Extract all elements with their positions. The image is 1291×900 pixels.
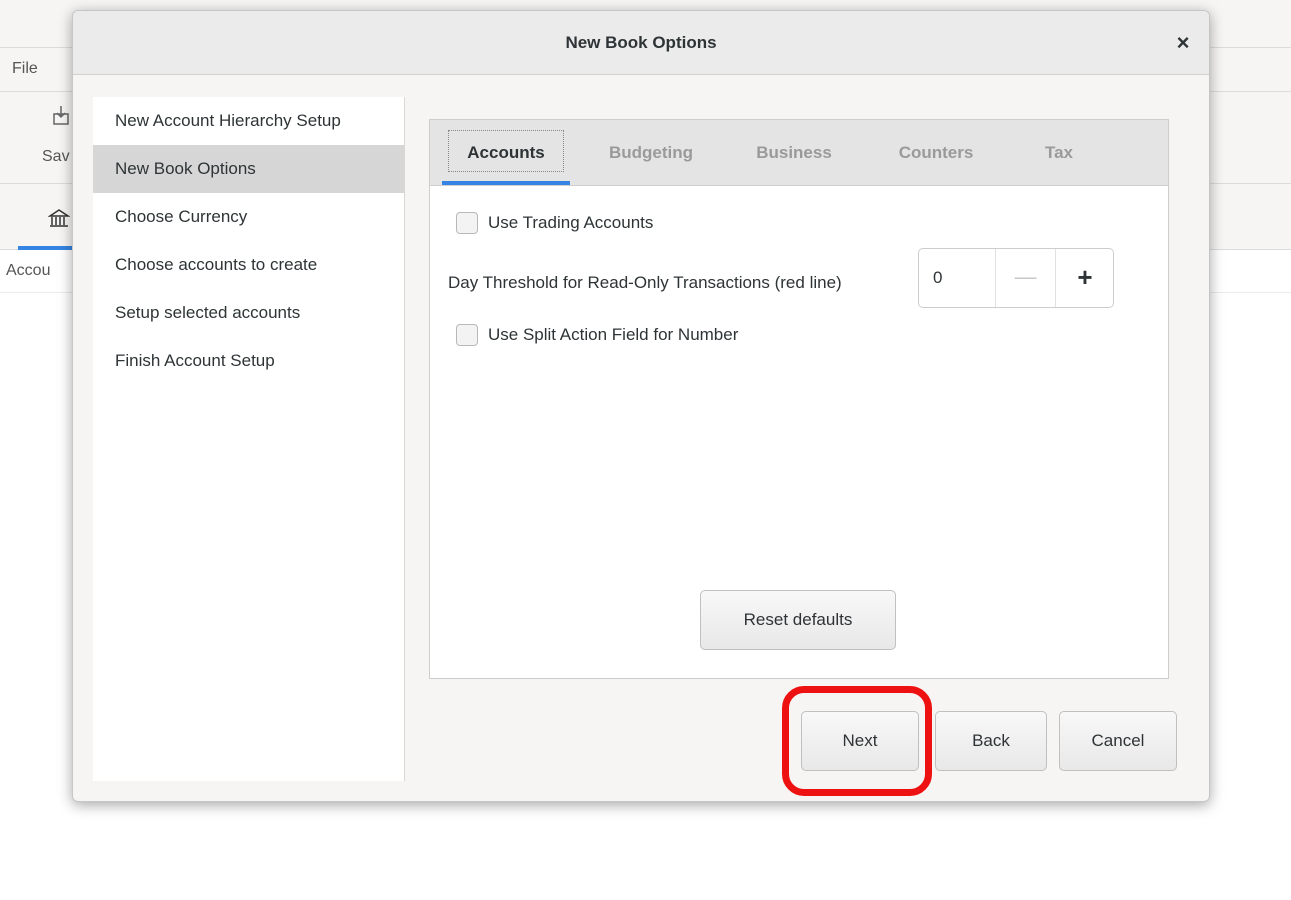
back-button[interactable]: Back <box>935 711 1047 771</box>
tab-tax[interactable]: Tax <box>1016 130 1102 176</box>
use-trading-accounts-label[interactable]: Use Trading Accounts <box>488 213 653 233</box>
options-tabbar: Accounts Budgeting Business Counters Tax <box>430 120 1168 186</box>
use-split-action-label[interactable]: Use Split Action Field for Number <box>488 325 738 345</box>
menu-file[interactable]: File <box>12 60 38 78</box>
next-button[interactable]: Next <box>801 711 919 771</box>
tab-counters[interactable]: Counters <box>876 130 996 176</box>
reset-defaults-button[interactable]: Reset defaults <box>700 590 896 650</box>
use-trading-accounts-checkbox[interactable] <box>456 212 478 234</box>
background-accounts-label: Accou <box>6 262 51 279</box>
cancel-button[interactable]: Cancel <box>1059 711 1177 771</box>
assistant-steps-sidebar: New Account Hierarchy Setup New Book Opt… <box>93 97 405 781</box>
use-split-action-row[interactable]: Use Split Action Field for Number <box>456 320 738 350</box>
sidebar-item-new-book-options: New Book Options <box>93 145 404 193</box>
decrement-button[interactable]: — <box>995 249 1055 307</box>
sidebar-item-finish-account-setup: Finish Account Setup <box>115 351 275 370</box>
toolbar-save-label[interactable]: Sav <box>42 148 70 166</box>
use-split-action-checkbox[interactable] <box>456 324 478 346</box>
new-book-options-dialog: New Book Options × New Account Hierarchy… <box>72 10 1210 802</box>
sidebar-item-choose-accounts: Choose accounts to create <box>115 255 318 274</box>
tab-accounts[interactable]: Accounts <box>442 130 570 176</box>
sidebar-item-setup-selected-accounts: Setup selected accounts <box>115 303 301 322</box>
active-tab-indicator <box>442 181 570 185</box>
dialog-header: New Book Options × <box>73 11 1209 75</box>
options-panel: Accounts Budgeting Business Counters Tax… <box>429 119 1169 679</box>
dialog-title: New Book Options <box>565 33 717 52</box>
save-icon[interactable] <box>52 104 70 126</box>
sidebar-item-new-account-hierarchy-setup: New Account Hierarchy Setup <box>115 111 341 130</box>
close-icon[interactable]: × <box>1171 31 1195 55</box>
day-threshold-label: Day Threshold for Read-Only Transactions… <box>448 273 842 292</box>
use-trading-accounts-row[interactable]: Use Trading Accounts <box>456 208 653 238</box>
tab-business[interactable]: Business <box>732 130 856 176</box>
increment-button[interactable]: + <box>1055 249 1114 307</box>
day-threshold-spinner[interactable]: 0 — + <box>918 248 1114 308</box>
sidebar-item-choose-currency: Choose Currency <box>115 207 248 226</box>
tab-budgeting[interactable]: Budgeting <box>590 130 712 176</box>
background-tab-indicator <box>18 246 78 250</box>
tab-focus-ring <box>448 130 564 172</box>
day-threshold-value[interactable]: 0 <box>933 249 942 307</box>
bank-icon[interactable] <box>48 208 70 230</box>
